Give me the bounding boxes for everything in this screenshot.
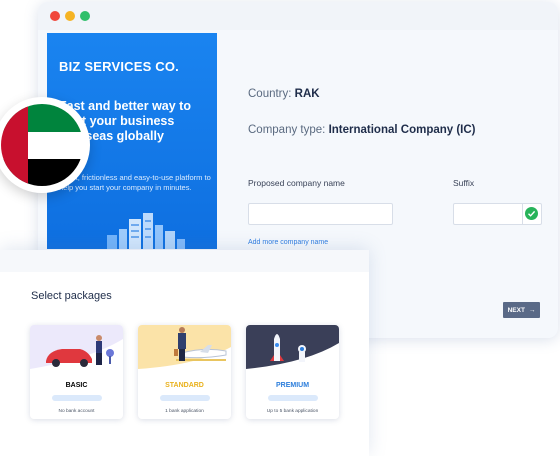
package-card-standard[interactable]: STANDARD 1 bank application [138,325,231,419]
package-card-basic[interactable]: BASIC No bank account [30,325,123,419]
suffix-divider [522,204,523,224]
uae-flag-icon [1,104,83,186]
company-type-label: Company type: [248,124,326,136]
minimize-window-dot[interactable] [65,11,75,21]
package-note: 1 bank application [165,409,204,414]
package-name: BASIC [65,382,88,389]
proposed-name-input[interactable] [248,203,393,225]
country-value: RAK [294,88,320,100]
standard-plane-illustration [138,325,231,369]
close-window-dot[interactable] [50,11,60,21]
packages-section: Select packages BASIC No bank account ST… [0,250,369,456]
check-circle-icon [525,207,538,220]
country-label: Country: [248,88,292,100]
package-price-pill [268,395,318,401]
packages-header-strip [0,250,369,272]
next-button-label: NEXT [507,306,525,314]
hero-description: A fast, frictionless and easy-to-use pla… [59,173,211,192]
skyline-illustration [107,213,185,249]
package-price-pill [160,395,210,401]
premium-rocket-illustration [246,325,339,369]
company-type-value: International Company (IC) [328,124,476,136]
package-name: PREMIUM [275,382,310,389]
package-note: Up to 5 bank application [266,409,319,414]
arrow-right-icon: → [528,306,536,314]
packages-title: Select packages [31,290,112,302]
window-titlebar [38,2,558,30]
maximize-window-dot[interactable] [80,11,90,21]
basic-car-illustration [30,325,123,369]
country-row: Country: RAK [248,88,320,100]
brand-name: BIZ SERVICES CO. [59,59,179,74]
package-card-premium[interactable]: PREMIUM Up to 5 bank application [246,325,339,419]
suffix-label: Suffix [453,178,475,188]
company-type-row: Company type: International Company (IC) [248,124,476,136]
proposed-name-label: Proposed company name [248,178,345,188]
package-note: No bank account [58,409,95,414]
next-button[interactable]: NEXT → [503,302,540,318]
package-price-pill [52,395,102,401]
package-name: STANDARD [165,382,204,389]
add-more-company-name-link[interactable]: Add more company name [248,239,328,246]
